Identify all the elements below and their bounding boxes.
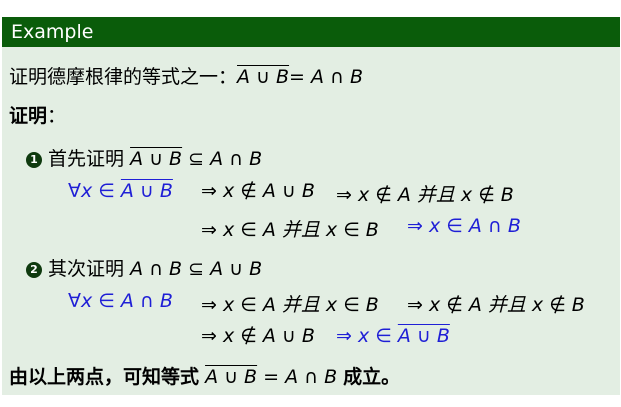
example-block: Example 证明德摩根律的等式之一：A ∪ B= A ∩ B 证明： 1 首先… [2, 17, 620, 395]
step1-row2-impl1: ⇒ x ∈ A 并且 x ∈ B [201, 219, 379, 241]
step2-row1-forall: ∀x ∈ A ∩ B [68, 290, 173, 312]
conclusion-tail: 成立。 [343, 366, 401, 388]
step1-line: 1 首先证明 A ∪ B ⊆ A ∩ B [26, 144, 262, 171]
conclusion-line: 由以上两点，可知等式 A ∪ B = A ∩ B 成立。 [9, 362, 400, 389]
step1-forall: ∀x ∈ [68, 180, 115, 202]
conclusion-text: 由以上两点，可知等式 [9, 366, 200, 388]
intro-lhs: A ∪ B [237, 66, 290, 88]
step1-row1: ∀x ∈ A ∪ B [68, 180, 173, 202]
conclusion-lhs: A ∪ B [205, 366, 258, 388]
step2-row2-impl2-group: ⇒ x ∈ A ∪ B [336, 325, 450, 347]
step1-expr-a: A ∪ B [130, 148, 183, 170]
intro-line: 证明德摩根律的等式之一：A ∪ B= A ∩ B [9, 62, 363, 89]
step2-expr-a: A ∩ B [130, 258, 183, 280]
step2-row1-impl2: ⇒ x ∉ A 并且 x ∉ B [407, 294, 585, 316]
conclusion-rhs: = A ∩ B [263, 366, 338, 388]
step2-expr-b: ⊆ A ∪ B [188, 258, 263, 280]
step1-row1-impl2: ⇒ x ∉ A 并且 x ∉ B [336, 184, 514, 206]
step2-row2-impl1: ⇒ x ∉ A ∪ B [201, 325, 315, 347]
step1-number-badge: 1 [26, 152, 42, 168]
step2-row2-set: A ∪ B [397, 325, 450, 347]
step2-number-badge: 2 [26, 262, 42, 278]
step2-line: 2 其次证明 A ∩ B ⊆ A ∪ B [26, 254, 262, 281]
proof-colon: ： [47, 105, 67, 127]
step2-row2-impl2: ⇒ x ∈ [336, 325, 392, 347]
step2-text: 其次证明 [48, 258, 125, 280]
step1-text: 首先证明 [48, 148, 125, 170]
proof-label: 证明 [9, 105, 48, 127]
proof-label-line: 证明： [9, 101, 66, 128]
step2-row1-impl1: ⇒ x ∈ A 并且 x ∈ B [201, 294, 379, 316]
block-title: Example [2, 17, 620, 47]
step1-expr-b: ⊆ A ∩ B [188, 148, 263, 170]
step1-row2-impl2: ⇒ x ∈ A ∩ B [407, 215, 521, 237]
intro-text: 证明德摩根律的等式之一： [9, 66, 238, 88]
step1-set: A ∪ B [120, 180, 173, 202]
step1-row1-impl1: ⇒ x ∉ A ∪ B [201, 180, 315, 202]
intro-rhs: = A ∩ B [289, 66, 364, 88]
